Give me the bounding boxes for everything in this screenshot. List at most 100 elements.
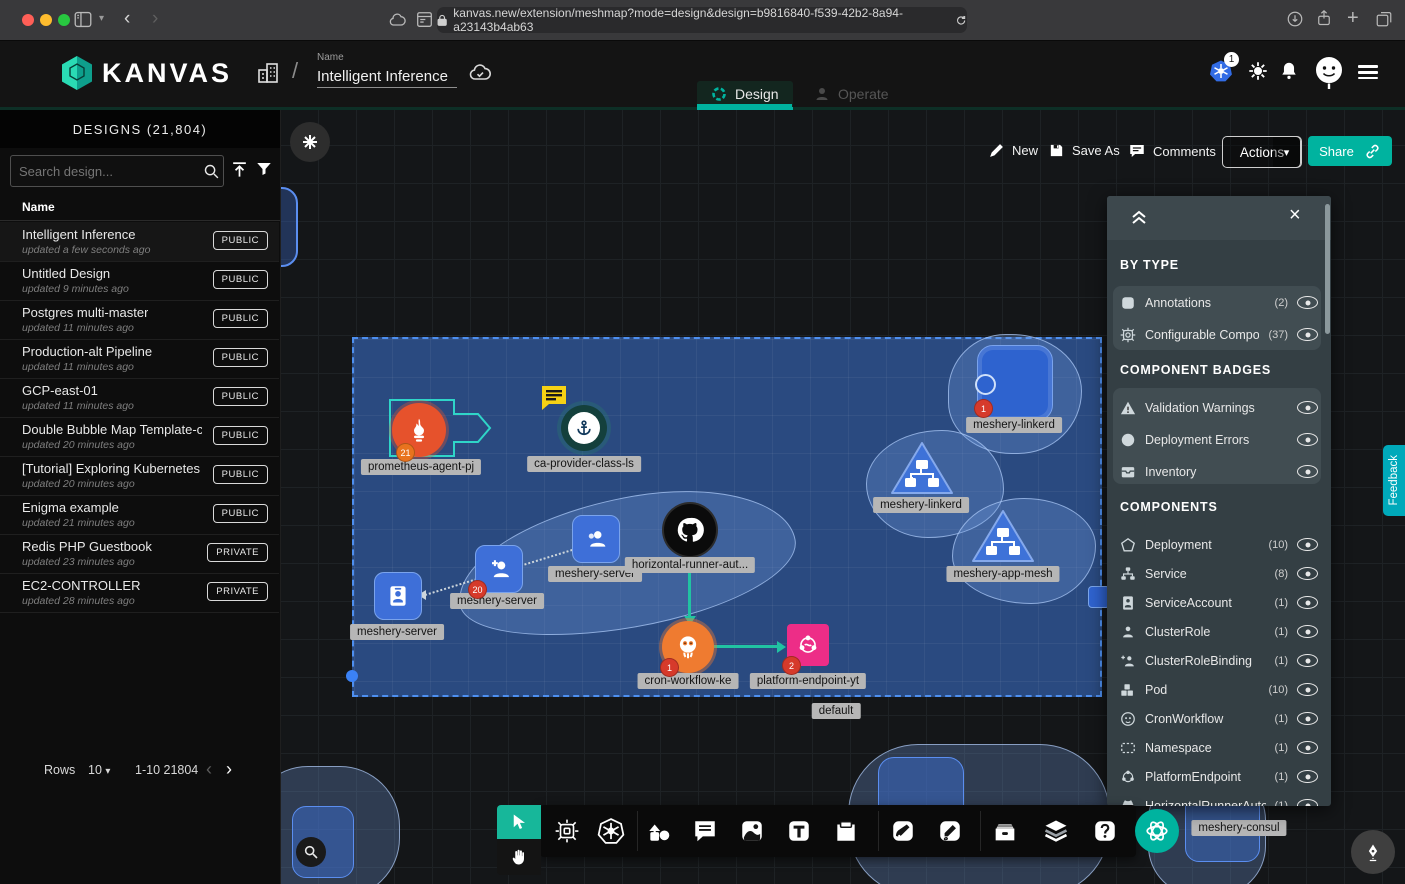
organization-icon[interactable] <box>256 61 280 85</box>
comments-button[interactable]: Comments <box>1128 142 1216 160</box>
page-settings-button[interactable] <box>416 11 433 28</box>
node-serviceaccount[interactable] <box>374 572 422 620</box>
scalpel-tool-button[interactable] <box>884 813 922 849</box>
snap-to-grid-button[interactable] <box>290 122 330 162</box>
select-tool-button[interactable] <box>497 805 541 839</box>
node-app-mesh-service[interactable] <box>969 506 1037 566</box>
browser-back-button[interactable]: ‹ <box>124 9 130 28</box>
panel-scrollbar[interactable] <box>1325 204 1330 334</box>
node-linkerd-service[interactable] <box>888 438 956 498</box>
design-row[interactable]: [Tutorial] Exploring Kubernetes Pod upda… <box>0 456 279 496</box>
visibility-toggle-eye-icon[interactable] <box>1297 683 1318 696</box>
visibility-toggle-eye-icon[interactable] <box>1297 433 1318 446</box>
new-tab-button[interactable]: + <box>1347 8 1359 28</box>
panel-item-inventory[interactable]: Inventory <box>1120 457 1318 486</box>
panel-item-configurable-components[interactable]: Configurable Components (37) <box>1120 320 1318 349</box>
visibility-toggle-eye-icon[interactable] <box>1297 625 1318 638</box>
traffic-light-zoom[interactable] <box>58 14 70 26</box>
design-row[interactable]: Untitled Design updated 9 minutes ago PU… <box>0 261 279 301</box>
close-panel-button[interactable]: × <box>1289 204 1301 227</box>
meshery-extension-button[interactable] <box>1135 809 1179 853</box>
tab-overview-button[interactable] <box>1375 10 1393 28</box>
kanvas-logo-text[interactable]: KANVAS <box>102 58 232 89</box>
image-tool-button[interactable] <box>733 813 771 849</box>
tab-operate[interactable]: Operate <box>800 81 903 107</box>
visibility-toggle-eye-icon[interactable] <box>1297 296 1318 309</box>
actions-caret-button[interactable]: ▾ <box>1273 136 1301 168</box>
rows-per-page-select[interactable]: 10 ▾ <box>88 763 110 777</box>
panel-item-namespace[interactable]: Namespace (1) <box>1120 733 1318 762</box>
kubernetes-tool-button[interactable] <box>592 813 630 849</box>
layers-tool-button[interactable] <box>1037 813 1075 849</box>
panel-item-deployment[interactable]: Deployment (10) <box>1120 530 1318 559</box>
drawer-tool-button[interactable] <box>986 813 1024 849</box>
panel-item-service[interactable]: Service (8) <box>1120 559 1318 588</box>
notifications-button[interactable] <box>1278 60 1300 82</box>
panel-item-cronworkflow[interactable]: CronWorkflow (1) <box>1120 704 1318 733</box>
share-button[interactable]: Share <box>1308 136 1392 166</box>
settings-button[interactable] <box>1247 60 1269 82</box>
share-page-button[interactable] <box>1315 9 1333 28</box>
node-clusterrole[interactable] <box>572 515 620 563</box>
panel-item-horizontalrunnerautoscaler[interactable]: HorizontalRunnerAutoscaler (1) <box>1120 791 1318 806</box>
visibility-toggle-eye-icon[interactable] <box>1297 538 1318 551</box>
save-as-button[interactable]: Save As <box>1048 142 1120 159</box>
sidebar-toggle-button[interactable] <box>74 11 92 28</box>
design-search[interactable] <box>10 155 224 187</box>
panel-item-clusterrole[interactable]: ClusterRole (1) <box>1120 617 1318 646</box>
design-name-input[interactable] <box>317 66 457 88</box>
menu-button[interactable] <box>1358 62 1378 83</box>
shapes-tool-button[interactable] <box>640 813 678 849</box>
collapse-panel-button[interactable] <box>1131 208 1147 226</box>
panel-item-pod[interactable]: Pod (10) <box>1120 675 1318 704</box>
downloads-button[interactable] <box>1286 10 1304 28</box>
panel-item-annotations[interactable]: Annotations (2) <box>1120 288 1318 317</box>
zoom-button[interactable] <box>296 837 326 867</box>
visibility-toggle-eye-icon[interactable] <box>1297 799 1318 806</box>
design-row[interactable]: Intelligent Inference updated a few seco… <box>0 222 279 262</box>
panel-item-deployment-errors[interactable]: Deployment Errors <box>1120 425 1318 454</box>
search-input[interactable] <box>11 164 203 179</box>
design-row[interactable]: Enigma example updated 21 minutes ago PU… <box>0 495 279 535</box>
visibility-toggle-eye-icon[interactable] <box>1297 712 1318 725</box>
node-horizontal-runner[interactable] <box>664 504 716 556</box>
visibility-toggle-eye-icon[interactable] <box>1297 770 1318 783</box>
visibility-toggle-eye-icon[interactable] <box>1297 328 1318 341</box>
design-row[interactable]: EC2-CONTROLLER updated 28 minutes ago PR… <box>0 573 279 613</box>
components-tool-button[interactable] <box>548 813 586 849</box>
browser-forward-button[interactable]: › <box>152 9 158 28</box>
prev-page-button[interactable]: ‹ <box>206 759 212 780</box>
sticky-note-tool-button[interactable] <box>827 813 865 849</box>
design-row[interactable]: Redis PHP Guestbook updated 23 minutes a… <box>0 534 279 574</box>
next-page-button[interactable]: › <box>226 759 232 780</box>
comment-tool-button[interactable] <box>686 813 724 849</box>
signature-pen-button[interactable] <box>1351 830 1395 874</box>
user-avatar[interactable] <box>1312 54 1346 90</box>
visibility-toggle-eye-icon[interactable] <box>1297 654 1318 667</box>
freehand-draw-tool-button[interactable] <box>931 813 969 849</box>
comment-annotation-icon[interactable] <box>539 384 569 412</box>
sidebar-caret-button[interactable]: ▾ <box>99 14 104 24</box>
design-row[interactable]: GCP-east-01 updated 11 minutes ago PUBLI… <box>0 378 279 418</box>
import-design-button[interactable] <box>230 160 249 179</box>
visibility-toggle-eye-icon[interactable] <box>1297 401 1318 414</box>
visibility-toggle-eye-icon[interactable] <box>1297 567 1318 580</box>
design-row[interactable]: Production-alt Pipeline updated 11 minut… <box>0 339 279 379</box>
column-header-name[interactable]: Name <box>22 200 55 214</box>
panel-item-serviceaccount[interactable]: ServiceAccount (1) <box>1120 588 1318 617</box>
pan-tool-button[interactable] <box>497 839 541 875</box>
k8s-context-button[interactable]: 1 <box>1208 58 1234 84</box>
text-tool-button[interactable] <box>780 813 818 849</box>
panel-item-platformendpoint[interactable]: PlatformEndpoint (1) <box>1120 762 1318 791</box>
visibility-toggle-eye-icon[interactable] <box>1297 741 1318 754</box>
help-tool-button[interactable] <box>1086 813 1124 849</box>
icloud-tab-icon[interactable] <box>388 11 408 29</box>
reload-icon[interactable] <box>955 14 967 27</box>
traffic-light-minimize[interactable] <box>40 14 52 26</box>
feedback-tab[interactable]: Feedback <box>1383 445 1405 516</box>
url-bar[interactable]: kanvas.new/extension/meshmap?mode=design… <box>437 7 967 33</box>
visibility-toggle-eye-icon[interactable] <box>1297 596 1318 609</box>
panel-item-clusterrolebinding[interactable]: ClusterRoleBinding (1) <box>1120 646 1318 675</box>
namespace-resize-handle[interactable] <box>346 670 358 682</box>
design-row[interactable]: Postgres multi-master updated 11 minutes… <box>0 300 279 340</box>
